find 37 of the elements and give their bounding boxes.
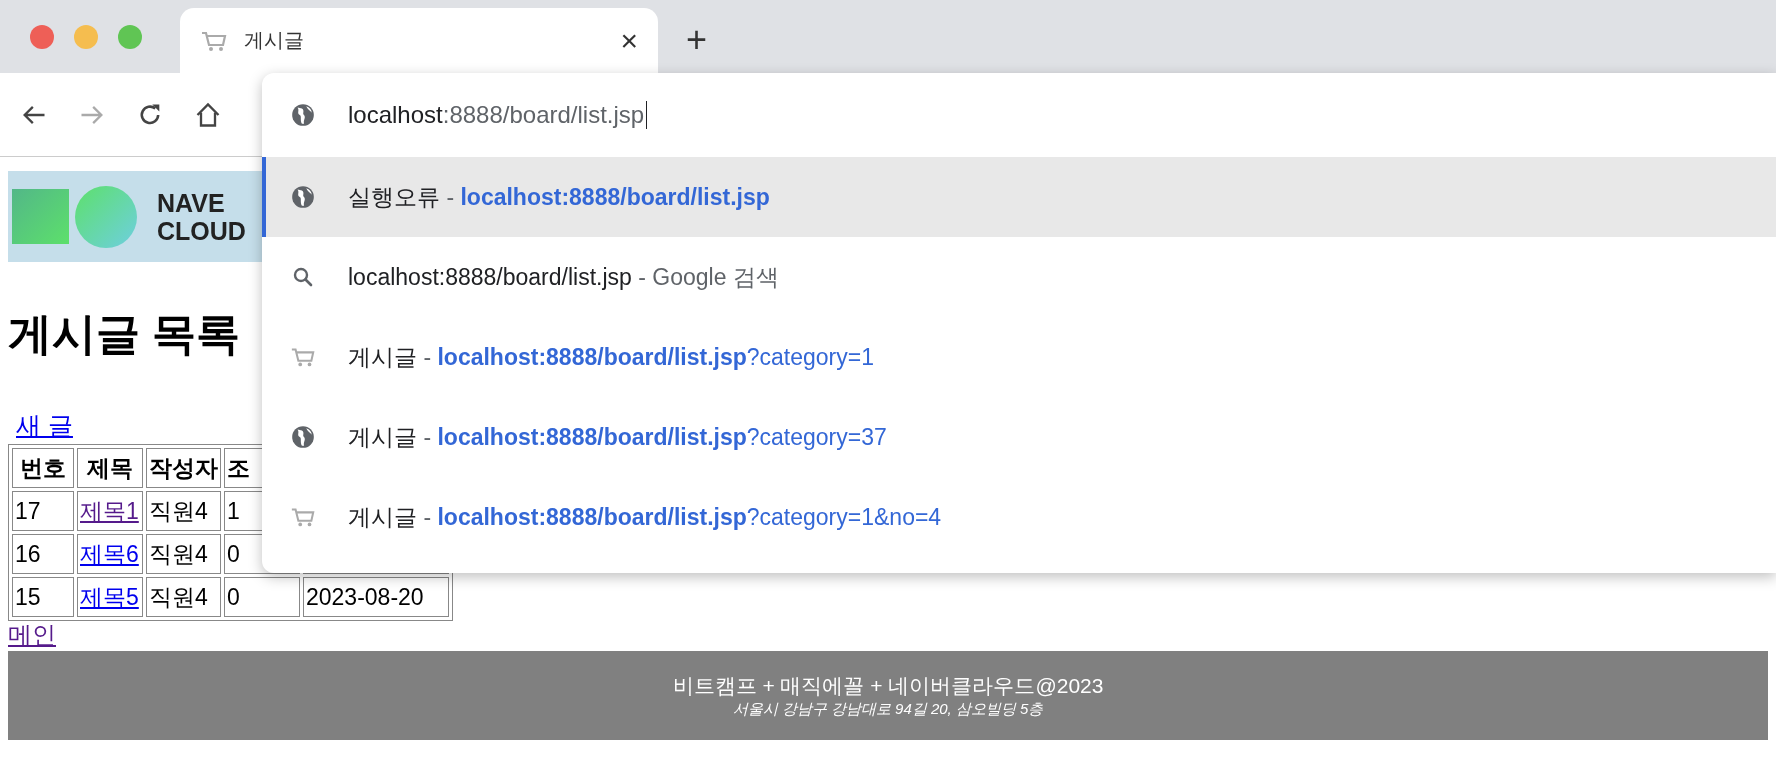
close-window-light[interactable] bbox=[30, 25, 54, 49]
page-heading: 게시글 목록 bbox=[8, 308, 241, 360]
square-logo-icon bbox=[12, 189, 69, 244]
zoom-window-light[interactable] bbox=[118, 25, 142, 49]
table-cell: 2023-08-20 bbox=[303, 577, 449, 617]
column-header: 조 bbox=[227, 455, 250, 481]
suggestion-item[interactable]: 게시글 - localhost:8888/board/list.jsp?category=37 bbox=[262, 397, 1776, 477]
column-header: 작성자 bbox=[149, 455, 218, 481]
address-field[interactable]: localhost:8888/board/list.jsp bbox=[348, 101, 648, 129]
table-cell: 직원4 bbox=[146, 577, 221, 617]
footer-text: 비트캠프 + 매직에꼴 + 네이버클라우드@2023 bbox=[671, 673, 1105, 699]
suggestion-item[interactable]: localhost:8888/board/list.jsp - Google 검색 bbox=[262, 237, 1776, 317]
column-header: 제목 bbox=[87, 455, 133, 481]
minimize-window-light[interactable] bbox=[74, 25, 98, 49]
table-cell: 직원4 bbox=[146, 534, 221, 574]
logo-text: CLOUD bbox=[157, 216, 246, 245]
table-cell: 직원4 bbox=[146, 491, 221, 531]
logo-text: NAVE bbox=[157, 188, 226, 217]
home-icon[interactable] bbox=[194, 100, 222, 129]
main-link[interactable]: 메인 bbox=[8, 621, 56, 649]
table-cell: 17 bbox=[12, 491, 74, 531]
column-header: 번호 bbox=[20, 455, 66, 481]
search-icon bbox=[291, 265, 315, 289]
table-cell: 16 bbox=[12, 534, 74, 574]
new-post-link[interactable]: 새 글 bbox=[16, 410, 73, 440]
footer-address: 서울시 강남구 강남대로 94길 20, 삼오빌딩 5층 bbox=[731, 700, 1045, 719]
table-cell: 15 bbox=[12, 577, 74, 617]
suggestion-item[interactable]: 게시글 - localhost:8888/board/list.jsp?category=1 bbox=[262, 317, 1776, 397]
tab-title: 게시글 bbox=[244, 28, 305, 53]
globe-icon bbox=[290, 102, 316, 128]
suggestion-item[interactable]: 실행오류 - localhost:8888/board/list.jsp bbox=[262, 157, 1776, 237]
globe-icon bbox=[290, 424, 316, 450]
table-cell: 0 bbox=[224, 577, 300, 617]
browser-tab[interactable]: 게시글 × bbox=[180, 8, 658, 73]
new-tab-button[interactable]: + bbox=[686, 19, 708, 61]
globe-icon bbox=[290, 184, 316, 210]
close-tab-button[interactable]: × bbox=[620, 23, 638, 58]
